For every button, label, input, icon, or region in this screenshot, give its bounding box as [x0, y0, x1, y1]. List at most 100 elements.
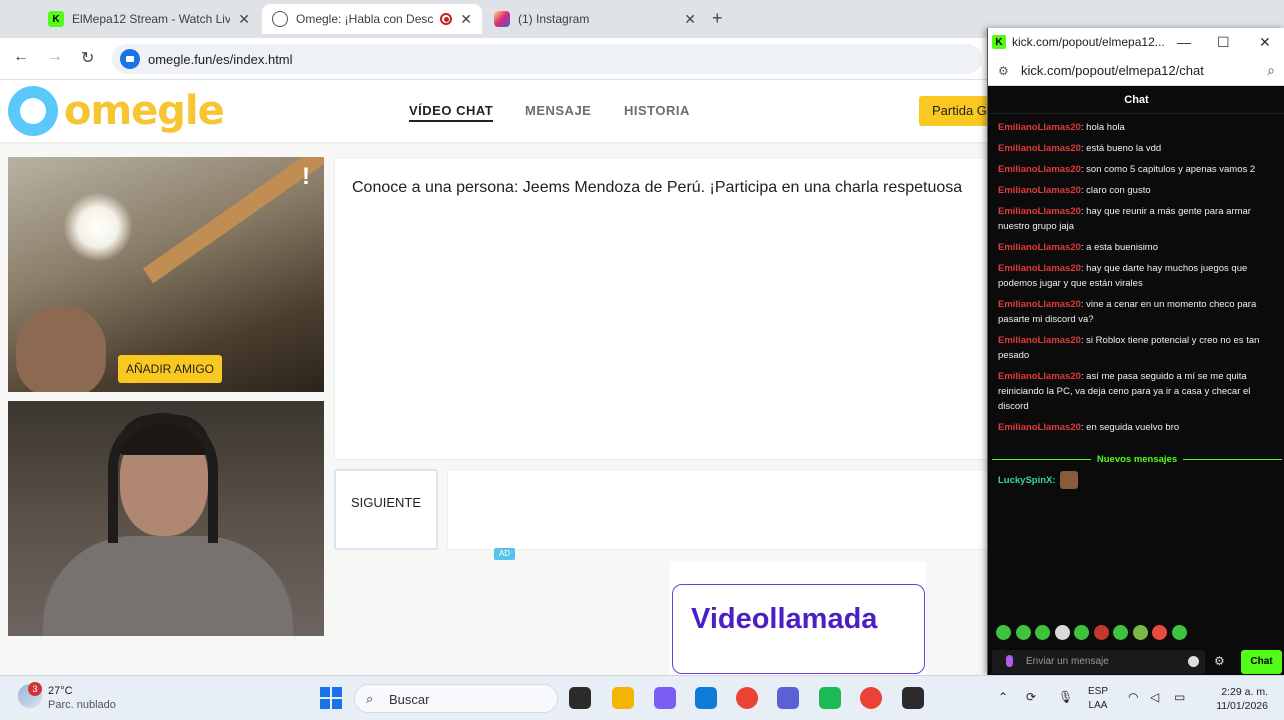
- emote-icon[interactable]: [1074, 625, 1089, 640]
- chat-message: EmilianoLlamas20: está bueno la vdd: [998, 141, 1278, 156]
- taskbar-app-icon[interactable]: [654, 687, 676, 709]
- microphone-icon[interactable]: 🎙: [1058, 690, 1073, 704]
- report-button[interactable]: !: [302, 163, 310, 191]
- taskbar-app-icon[interactable]: [777, 687, 799, 709]
- chat-log: Conoce a una persona: Jeems Mendoza de P…: [334, 157, 990, 460]
- chat-input[interactable]: Enviar un mensaje: [992, 650, 1205, 674]
- next-button[interactable]: SIGUIENTE: [334, 469, 438, 550]
- chat-username[interactable]: EmilianoLlamas20: [998, 242, 1081, 253]
- search-placeholder: Buscar: [389, 692, 430, 707]
- chat-username[interactable]: EmilianoLlamas20: [998, 422, 1081, 433]
- ad-banner[interactable]: Videollamada: [670, 562, 926, 675]
- taskbar-app-icon[interactable]: [695, 687, 717, 709]
- emote-icon[interactable]: [1035, 625, 1050, 640]
- close-icon[interactable]: ✕: [1259, 34, 1271, 51]
- omegle-logo[interactable]: omegle: [8, 86, 225, 136]
- chat-input-placeholder: Enviar un mensaje: [1026, 656, 1109, 667]
- new-tab-icon[interactable]: +: [712, 8, 723, 29]
- message-input[interactable]: [447, 469, 990, 550]
- chat-username[interactable]: EmilianoLlamas20: [998, 299, 1081, 310]
- tab-kick-stream[interactable]: K ElMepa12 Stream - Watch Live ✕: [38, 4, 260, 34]
- close-icon[interactable]: ✕: [238, 11, 250, 28]
- taskbar-app-icon[interactable]: [736, 687, 758, 709]
- taskbar-app-icon[interactable]: [612, 687, 634, 709]
- new-messages-label: Nuevos mensajes: [1096, 453, 1178, 465]
- chat-message-text: : hola hola: [1080, 122, 1125, 133]
- tab-omegle[interactable]: Omegle: ¡Habla con Descon ✕: [262, 4, 482, 34]
- start-button[interactable]: [320, 687, 342, 709]
- chat-message: EmilianoLlamas20: a esta buenisimo: [998, 240, 1278, 255]
- tab-title: (1) Instagram: [518, 12, 590, 26]
- reload-icon[interactable]: ↻: [81, 48, 94, 68]
- url-text: omegle.fun/es/index.html: [148, 51, 293, 67]
- emote-icon[interactable]: [1171, 625, 1187, 640]
- chat-message-text: : claro con gusto: [1080, 185, 1151, 196]
- sync-icon[interactable]: ⟳: [1026, 690, 1036, 704]
- emote-icon[interactable]: [1093, 625, 1109, 640]
- site-settings-icon[interactable]: ⚙: [998, 64, 1009, 78]
- taskbar-app-icon[interactable]: [819, 687, 841, 709]
- forward-icon[interactable]: →: [47, 48, 63, 66]
- chat-message-new: LuckySpinX:: [998, 471, 1078, 489]
- emote-icon[interactable]: [1113, 625, 1128, 640]
- emote-icon[interactable]: [1054, 625, 1070, 640]
- chat-username[interactable]: EmilianoLlamas20: [998, 164, 1081, 175]
- lang-line1: ESP: [1088, 686, 1109, 697]
- lang-line2: LAA: [1088, 700, 1108, 711]
- emote-bar: [996, 625, 1191, 640]
- emoji-picker-icon[interactable]: [1188, 656, 1199, 667]
- chat-username[interactable]: EmilianoLlamas20: [998, 122, 1081, 133]
- close-icon[interactable]: ✕: [684, 11, 696, 28]
- url-field[interactable]: omegle.fun/es/index.html: [112, 44, 982, 74]
- chat-message: EmilianoLlamas20: hay que reunir a más g…: [998, 204, 1278, 234]
- chat-username[interactable]: EmilianoLlamas20: [998, 335, 1081, 346]
- site-header: omegle VÍDEO CHAT MENSAJE HISTORIA Parti…: [0, 80, 990, 142]
- site-info-icon[interactable]: [120, 49, 140, 69]
- emote-icon[interactable]: [996, 625, 1011, 640]
- volume-icon[interactable]: ◁: [1150, 690, 1159, 704]
- cloud-icon: 3: [18, 682, 42, 708]
- chat-messages: EmilianoLlamas20: hola hola EmilianoLlama…: [998, 120, 1278, 441]
- chat-username[interactable]: EmilianoLlamas20: [998, 185, 1081, 196]
- minimize-icon[interactable]: —: [1177, 34, 1191, 50]
- add-friend-button[interactable]: AÑADIR AMIGO: [118, 355, 223, 383]
- battery-icon[interactable]: ▭: [1174, 690, 1185, 704]
- emote-icon[interactable]: [1152, 625, 1167, 640]
- search-icon: ⌕: [366, 691, 374, 706]
- headset: [108, 413, 218, 543]
- chat-username[interactable]: EmilianoLlamas20: [998, 371, 1081, 382]
- taskbar-app-icon[interactable]: [902, 687, 924, 709]
- mic-icon[interactable]: [1006, 655, 1013, 667]
- taskbar-app-icon[interactable]: [860, 687, 882, 709]
- language-indicator[interactable]: ESP LAA: [1088, 685, 1108, 713]
- chat-username[interactable]: EmilianoLlamas20: [998, 143, 1081, 154]
- chat-username[interactable]: EmilianoLlamas20: [998, 263, 1081, 274]
- maximize-icon[interactable]: ☐: [1217, 34, 1230, 51]
- close-icon[interactable]: ✕: [460, 11, 472, 28]
- chat-username[interactable]: EmilianoLlamas20: [998, 206, 1081, 217]
- zoom-icon[interactable]: ⌕: [1267, 62, 1275, 79]
- chevron-up-icon[interactable]: ⌃: [998, 690, 1008, 704]
- nav-historia[interactable]: HISTORIA: [624, 103, 690, 118]
- clock[interactable]: 2:29 a. m. 11/01/2026: [1200, 685, 1268, 713]
- chat-message: EmilianoLlamas20: claro con gusto: [998, 183, 1278, 198]
- popout-url-bar[interactable]: ⚙ kick.com/popout/elmepa12/chat ⌕: [988, 56, 1284, 86]
- emote-icon[interactable]: [1132, 625, 1148, 640]
- chat-username[interactable]: LuckySpinX:: [998, 475, 1056, 486]
- partida-button[interactable]: Partida G: [919, 96, 990, 126]
- back-icon[interactable]: ←: [13, 48, 29, 66]
- send-chat-button[interactable]: Chat: [1241, 650, 1282, 674]
- kick-icon: K: [48, 11, 64, 27]
- wifi-icon[interactable]: ◠: [1128, 690, 1138, 704]
- taskbar-app-icon[interactable]: [569, 687, 591, 709]
- weather-widget[interactable]: 3 27°C Parc. nublado: [18, 682, 116, 712]
- wood-beam: [142, 157, 324, 284]
- taskbar-search[interactable]: ⌕ Buscar: [354, 684, 558, 713]
- chat-message-text: : a esta buenisimo: [1080, 242, 1159, 253]
- emote-icon[interactable]: [1015, 625, 1031, 640]
- nav-mensaje[interactable]: MENSAJE: [525, 103, 591, 118]
- tab-title: ElMepa12 Stream - Watch Live: [72, 12, 231, 26]
- nav-video-chat[interactable]: VÍDEO CHAT: [409, 103, 494, 122]
- gear-icon[interactable]: ⚙: [1214, 654, 1225, 668]
- tab-instagram[interactable]: (1) Instagram ✕: [484, 4, 706, 34]
